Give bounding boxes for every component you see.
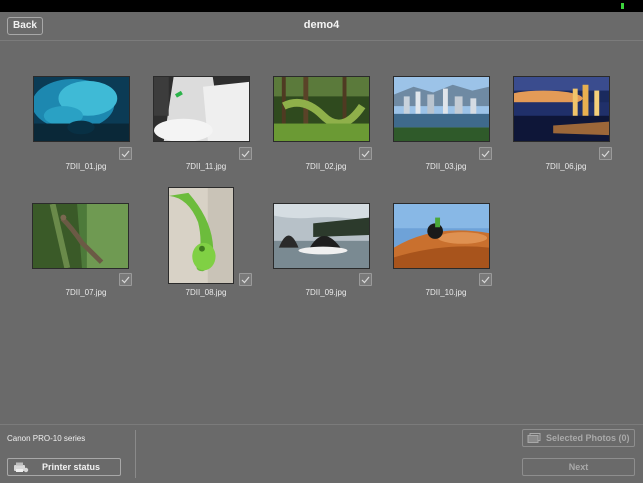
printer-name: Canon PRO-10 series xyxy=(7,434,86,443)
photo-thumbnail[interactable] xyxy=(32,203,129,269)
status-bar xyxy=(0,0,643,12)
photo-thumbnail[interactable] xyxy=(273,203,370,269)
battery-icon xyxy=(621,3,624,9)
select-checkbox[interactable] xyxy=(119,273,132,286)
photos-icon xyxy=(527,433,541,443)
photo-cell[interactable]: 7DII_03.jpg xyxy=(386,62,506,192)
photo-cell[interactable]: 7DII_08.jpg xyxy=(146,187,266,318)
selected-photos-label: Selected Photos (0) xyxy=(546,433,630,443)
photo-cell[interactable]: 7DII_11.jpg xyxy=(146,62,266,192)
bottom-toolbar: Canon PRO-10 series Printer status Selec… xyxy=(0,424,643,483)
photo-thumbnail[interactable] xyxy=(153,76,250,142)
photo-cell[interactable]: 7DII_06.jpg xyxy=(506,62,626,192)
select-checkbox[interactable] xyxy=(479,273,492,286)
photo-filename: 7DII_11.jpg xyxy=(185,162,227,171)
photo-filename: 7DII_06.jpg xyxy=(545,162,587,171)
photo-cell[interactable]: 7DII_01.jpg xyxy=(26,62,146,192)
photo-filename: 7DII_07.jpg xyxy=(65,288,107,297)
divider xyxy=(135,430,136,478)
photo-filename: 7DII_03.jpg xyxy=(425,162,467,171)
photo-thumbnail[interactable] xyxy=(393,203,490,269)
next-button[interactable]: Next xyxy=(522,458,635,476)
photo-cell[interactable]: 7DII_07.jpg xyxy=(26,188,146,318)
photo-filename: 7DII_02.jpg xyxy=(305,162,347,171)
photo-filename: 7DII_01.jpg xyxy=(65,162,107,171)
photo-thumbnail[interactable] xyxy=(33,76,130,142)
photo-thumbnail[interactable] xyxy=(513,76,610,142)
page-title: demo4 xyxy=(303,19,340,31)
select-checkbox[interactable] xyxy=(239,147,252,160)
printer-icon xyxy=(14,462,29,473)
select-checkbox[interactable] xyxy=(599,147,612,160)
photo-thumbnail[interactable] xyxy=(168,187,234,284)
photo-filename: 7DII_09.jpg xyxy=(305,288,347,297)
printer-status-button[interactable]: Printer status xyxy=(7,458,121,476)
select-checkbox[interactable] xyxy=(359,273,372,286)
photo-cell[interactable]: 7DII_02.jpg xyxy=(266,62,386,192)
photo-thumbnail[interactable] xyxy=(273,76,370,142)
select-checkbox[interactable] xyxy=(239,273,252,286)
photo-cell[interactable]: 7DII_10.jpg xyxy=(386,188,506,318)
photo-thumbnail[interactable] xyxy=(393,76,490,142)
select-checkbox[interactable] xyxy=(119,147,132,160)
photo-cell[interactable]: 7DII_09.jpg xyxy=(266,188,386,318)
photo-filename: 7DII_10.jpg xyxy=(425,288,467,297)
navigation-bar: Back demo4 xyxy=(0,12,643,41)
selected-photos-button[interactable]: Selected Photos (0) xyxy=(522,429,635,447)
select-checkbox[interactable] xyxy=(479,147,492,160)
printer-status-label: Printer status xyxy=(42,462,101,472)
select-checkbox[interactable] xyxy=(359,147,372,160)
photo-filename: 7DII_08.jpg xyxy=(185,288,227,297)
